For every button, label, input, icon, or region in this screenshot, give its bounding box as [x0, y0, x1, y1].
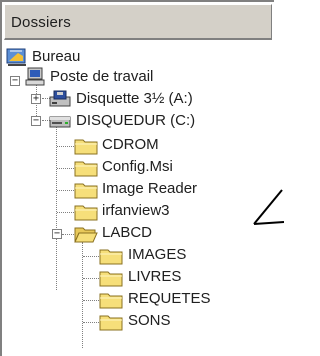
folder-icon	[74, 139, 98, 155]
tree-item-label: Poste de travail	[50, 68, 154, 85]
tree-item-label: IMAGES	[128, 246, 187, 263]
tree-item-label: Config.Msi	[102, 158, 173, 175]
folders-panel: Dossiers Bureau − Poste de travail + Dis…	[0, 0, 274, 356]
folders-header: Dossiers	[4, 4, 272, 40]
tree-item-label: REQUETES	[128, 290, 211, 307]
tree-item-livres[interactable]: LIVRES	[2, 266, 202, 288]
folder-open-icon	[74, 227, 98, 243]
collapse-toggle[interactable]: −	[31, 116, 41, 126]
hard-drive-icon	[49, 116, 71, 128]
tree-item-sons[interactable]: SONS	[2, 310, 202, 332]
tree-item-label: irfanview3	[102, 202, 170, 219]
collapse-toggle[interactable]: −	[10, 76, 20, 86]
tree-item-label: Image Reader	[102, 180, 198, 197]
tree-item-cdrom[interactable]: CDROM	[2, 134, 202, 156]
folder-icon	[74, 183, 98, 199]
tree-item-label: LIVRES	[128, 268, 182, 285]
tree-item-label: Disquette 3½ (A:)	[76, 90, 193, 107]
folder-icon	[99, 271, 123, 287]
desktop-icon	[6, 48, 26, 66]
tree-item-config-msi[interactable]: Config.Msi	[2, 156, 202, 178]
tree-item-poste-de-travail[interactable]: − Poste de travail	[2, 66, 162, 88]
tree-item-labcd[interactable]: − LABCD	[2, 222, 202, 244]
tree-item-label: Bureau	[32, 48, 81, 65]
folder-icon	[74, 161, 98, 177]
floppy-drive-icon	[49, 90, 71, 107]
tree-item-label: CDROM	[102, 136, 159, 153]
explorer-folder-pane: Dossiers Bureau − Poste de travail + Dis…	[0, 0, 284, 356]
tree-item-disquedur[interactable]: − DISQUEDUR (C:)	[2, 110, 202, 132]
expand-toggle[interactable]: +	[31, 94, 41, 104]
folder-tree[interactable]: Bureau − Poste de travail + Disquette 3½…	[2, 46, 274, 356]
folder-icon	[99, 293, 123, 309]
folder-icon	[74, 205, 98, 221]
tree-item-disquette[interactable]: + Disquette 3½ (A:)	[2, 88, 202, 110]
tree-item-label: LABCD	[102, 224, 153, 241]
tree-item-label: SONS	[128, 312, 171, 329]
tree-item-image-reader[interactable]: Image Reader	[2, 178, 202, 200]
collapse-toggle[interactable]: −	[52, 229, 62, 239]
tree-item-images[interactable]: IMAGES	[2, 244, 202, 266]
annotation-arrow-icon	[253, 189, 284, 225]
folder-icon	[99, 249, 123, 265]
folder-icon	[99, 315, 123, 331]
computer-icon	[25, 67, 45, 86]
tree-item-bureau[interactable]: Bureau	[2, 46, 122, 68]
tree-item-requetes[interactable]: REQUETES	[2, 288, 222, 310]
tree-item-label: DISQUEDUR (C:)	[76, 112, 196, 129]
folders-header-label: Dossiers	[11, 14, 71, 31]
tree-item-irfanview3[interactable]: irfanview3	[2, 200, 202, 222]
